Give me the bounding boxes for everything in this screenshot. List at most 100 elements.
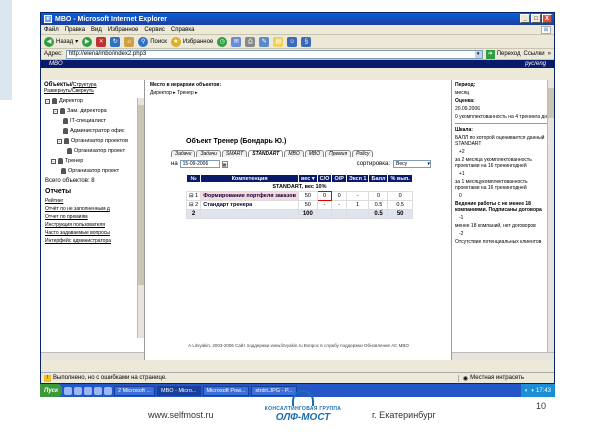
report-bonus-link[interactable]: Отчет по премиям [41,213,144,221]
research-icon[interactable]: § [301,36,312,47]
table-row[interactable]: ⊟ 2 Стандарт тренера 50 - - 1 0.5 0.5 [185,200,413,210]
mail-icon[interactable]: ✉ [231,36,242,47]
browser-window: e MBO - Microsoft Internet Explorer _ □ … [40,12,555,384]
user-manual-link[interactable]: Инструкция пользователя [41,221,144,229]
refresh-icon[interactable]: ↻ [110,36,121,47]
tree-item[interactable]: − Зам. директора [45,106,144,116]
task-word[interactable]: 2 Microsoft ... [114,385,156,396]
menu-tools[interactable]: Сервис [144,27,165,33]
company-logo: КОНСАЛТИНГОВАЯ ГРУППА ОЛФ-МОСТ [253,390,353,434]
tab-smart[interactable]: SMART [221,150,248,157]
clock[interactable]: 17:43 [536,388,551,394]
tab-policy[interactable]: Policy [352,150,374,157]
quicklaunch-icon[interactable] [64,386,73,395]
menu-view[interactable]: Вид [91,27,102,33]
scroll-thumb[interactable] [548,88,554,118]
row-competency[interactable]: Формирование портфеля заказов [200,191,299,201]
chevron-right-icon[interactable]: » [548,51,551,57]
tab-tasks-2[interactable]: Задачи [196,150,221,157]
tree-item-label: Зам. директора [67,108,107,114]
table-header: № Компетенция вес ▾ С/О О/Р Эксп 1 Балл … [185,174,413,183]
task-powerpoint[interactable]: Microsoft Pow... [202,385,250,396]
right-horizontal-scrollbar[interactable] [452,352,554,360]
forward-arrow-icon[interactable]: ▶ [82,36,93,47]
maximize-button[interactable]: □ [531,14,541,23]
admin-interface-link[interactable]: Интерфейс администратора [41,237,144,245]
address-input[interactable]: http://elena/mbo/index2.php3 ▾ [65,49,483,59]
quicklaunch-icon[interactable] [74,386,83,395]
report-rating-link[interactable]: Рейтинг [41,197,144,205]
minimize-button[interactable]: _ [520,14,530,23]
go-button[interactable]: ➔ Переход [485,49,521,59]
tree-item[interactable]: − Тренер [45,156,144,166]
collapse-icon[interactable]: − [53,108,58,114]
start-button[interactable]: Пуск [40,384,63,397]
row-so[interactable]: 0 [316,191,333,201]
left-vertical-scrollbar[interactable] [137,98,144,338]
menu-file[interactable]: Файл [44,27,59,33]
breadcrumb[interactable]: Директор ▸ Тренер ▸ [146,90,451,96]
tree-item[interactable]: Организатор проект [45,146,144,156]
calendar-icon[interactable]: ▦ [221,160,228,168]
warning-icon[interactable]: ! [44,374,51,382]
left-horizontal-scrollbar[interactable] [41,352,144,360]
history-icon[interactable]: ◷ [217,36,228,47]
scroll-thumb[interactable] [138,105,144,285]
close-button[interactable]: X [542,14,552,23]
faq-link[interactable]: Часто задаваемые вопросы [41,229,144,237]
edit-icon[interactable]: ✎ [259,36,270,47]
quicklaunch-icon[interactable] [104,386,113,395]
table-row[interactable]: ⊟ 1 Формирование портфеля заказов 50 0 0… [185,191,413,201]
collapse-icon[interactable]: − [51,158,56,164]
tree-item[interactable]: − Организатор проектов [45,136,144,146]
links-label[interactable]: Ссылки [524,51,545,57]
row-so: - [316,200,333,210]
tab-tasks[interactable]: Задачи [171,150,196,157]
tab-mbo[interactable]: MBO [284,150,304,157]
col-weight[interactable]: вес ▾ [298,174,318,183]
stop-icon[interactable]: ✕ [96,36,107,47]
row-competency[interactable]: Стандарт тренера [200,200,299,210]
page-number: 10 [536,401,547,411]
tab-standart[interactable]: STANDART [248,150,284,157]
collapse-icon[interactable]: − [57,138,62,144]
folder-icon[interactable]: ▤ [273,36,284,47]
sort-select[interactable]: Весу ▾ [393,160,431,168]
logo-name: ОЛФ-МОСТ [275,412,331,423]
right-vertical-scrollbar[interactable] [547,80,554,352]
tree-item[interactable]: IT-специалист [45,116,144,126]
tray-icon[interactable]: ◑ [530,388,534,394]
menu-help[interactable]: Справка [171,27,195,33]
home-icon[interactable]: ⌂ [124,36,135,47]
print-icon[interactable]: ⎙ [245,36,256,47]
tray-icon[interactable]: ◐ [525,388,529,394]
chevron-down-icon[interactable]: ▾ [474,50,482,58]
language-switch[interactable]: рус/eng [525,61,546,67]
back-label: Назад [56,38,74,45]
date-input[interactable]: 15-09-2006 [179,160,220,168]
tab-mbo-2[interactable]: MBO [304,150,325,157]
menu-edit[interactable]: Правка [65,27,85,33]
col-number: № [185,174,202,183]
sort-control: сортировка: Весу ▾ [357,160,431,168]
tab-bonus[interactable]: Премия [325,150,352,157]
task-mbo[interactable]: MBO - Micro... [157,385,201,396]
objects-header: Объекты/Структура Развернуть/Свернуть [41,80,144,96]
search-button[interactable]: ⚲ Поиск [138,36,167,47]
tree-item[interactable]: Администратор офис [45,126,144,136]
status-bar: ! Выполнено, но с ошибками на странице. … [41,372,554,383]
quicklaunch-icon[interactable] [94,386,103,395]
messenger-icon[interactable]: ☺ [287,36,298,47]
total-number: 2 [185,209,202,219]
collapse-icon[interactable]: − [45,98,50,104]
quicklaunch-icon[interactable] [84,386,93,395]
scale-subtitle: БАЛЛ по которой оценивается данный STAND… [455,135,545,147]
tree-item[interactable]: Организатор проект [45,166,144,176]
back-button[interactable]: ◀ Назад ▾ [44,36,78,47]
website-text: www.selfmost.ru [148,410,214,420]
menu-favorites[interactable]: Избранное [108,27,138,33]
report-unfilled-link[interactable]: Отчёт по не заполненным д [41,205,144,213]
favorites-button[interactable]: ★ Избранное [170,36,213,47]
expand-collapse-link[interactable]: Развернуть/Свернуть [44,88,94,94]
tree-item[interactable]: − Директор [45,96,144,106]
